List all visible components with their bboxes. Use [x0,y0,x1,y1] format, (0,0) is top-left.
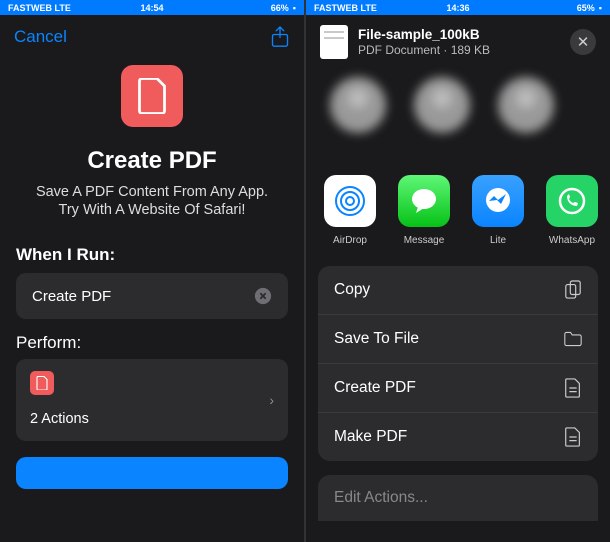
when-run-title: When I Run: [0,227,304,273]
contacts-row[interactable] [306,69,610,167]
clear-icon[interactable] [254,287,272,305]
action-make-pdf[interactable]: Make PDF [318,412,598,461]
share-icon[interactable] [270,26,290,48]
carrier: FASTWEB LTE [314,3,377,13]
app-messages[interactable]: Message [396,175,452,246]
when-run-value: Create PDF [32,288,111,305]
messages-icon [398,175,450,227]
app-whatsapp[interactable]: WhatsApp [544,175,600,246]
document-info: File-sample_100kB PDF Document · 189 KB [358,27,560,58]
cancel-button[interactable]: Cancel [14,27,67,47]
shortcut-subtitle: Save A PDF Content From Any App. Try Wit… [30,183,274,219]
app-airdrop[interactable]: AirDrop [322,175,378,246]
add-shortcut-button[interactable] [16,457,288,489]
status-bar: FASTWEB LTE 14:54 66%▪ [0,0,304,15]
actions-list: Copy Save To File Create PDF Make PDF [318,266,598,461]
document-name: File-sample_100kB [358,27,560,43]
app-messenger-lite[interactable]: Lite [470,175,526,246]
action-copy[interactable]: Copy [318,266,598,314]
shortcut-icon [121,65,183,127]
action-create-pdf[interactable]: Create PDF [318,363,598,412]
apps-row[interactable]: AirDrop Message Lite WhatsApp Me [306,167,610,252]
nav-bar: Cancel [0,15,304,59]
carrier: FASTWEB LTE [8,3,71,13]
battery: 65%▪ [577,3,602,13]
hero: Create PDF Save A PDF Content From Any A… [0,59,304,227]
document-icon [30,371,54,395]
document-meta: PDF Document · 189 KB [358,43,560,57]
sheet-header: File-sample_100kB PDF Document · 189 KB … [306,15,610,69]
close-button[interactable]: ✕ [570,29,596,55]
perform-card[interactable]: › 2 Actions [16,359,288,441]
clock: 14:36 [446,3,469,13]
whatsapp-icon [546,175,598,227]
edit-actions-button[interactable]: Edit Actions... [318,475,598,521]
avatar[interactable] [330,77,386,133]
avatar[interactable] [414,77,470,133]
copy-icon [564,280,582,300]
file-icon [564,427,582,447]
document-thumbnail [320,25,348,59]
actions-count: 2 Actions [30,411,274,427]
shortcut-title: Create PDF [30,147,274,175]
folder-icon [564,329,582,349]
airdrop-icon [324,175,376,227]
share-sheet-screen: FASTWEB LTE 14:36 65%▪ File-sample_100kB… [304,0,610,542]
avatar[interactable] [498,77,554,133]
file-icon [564,378,582,398]
chevron-right-icon: › [269,392,274,408]
action-save-to-file[interactable]: Save To File [318,314,598,363]
battery: 66%▪ [271,3,296,13]
status-bar: FASTWEB LTE 14:36 65%▪ [306,0,610,15]
clock: 14:54 [140,3,163,13]
messenger-icon [472,175,524,227]
shortcut-detail-screen: FASTWEB LTE 14:54 66%▪ Cancel Create PDF… [0,0,304,542]
perform-title: Perform: [0,319,304,359]
when-run-row[interactable]: Create PDF [16,273,288,319]
